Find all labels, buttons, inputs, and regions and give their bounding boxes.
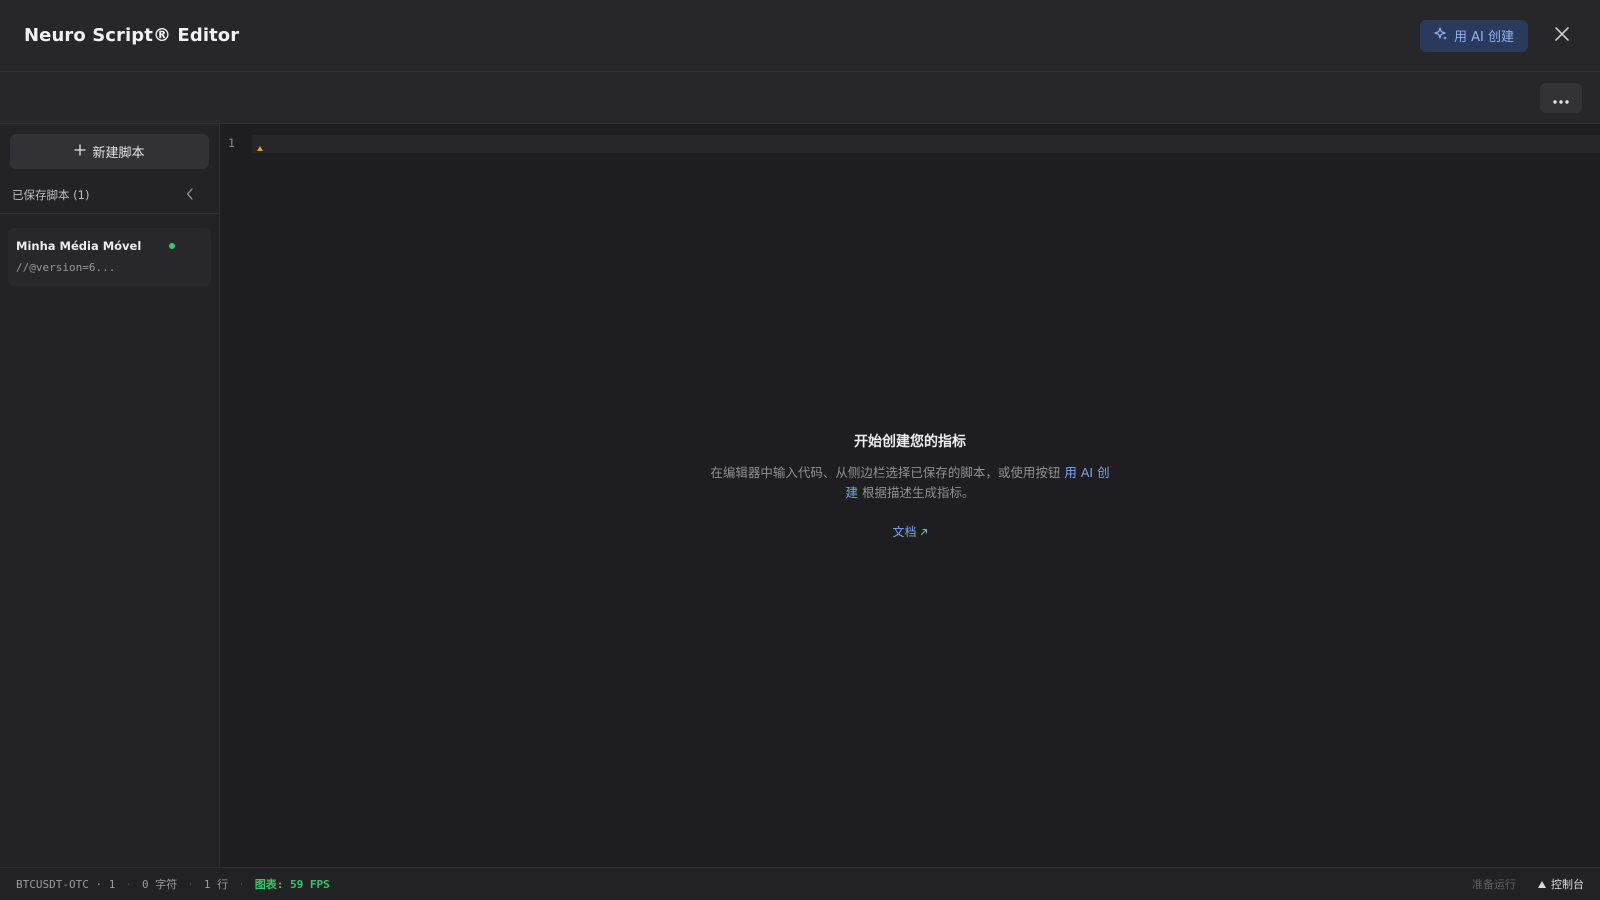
editor-header: Neuro Script® Editor 用 AI 创建 <box>0 0 1600 72</box>
active-line-highlight <box>252 135 1600 153</box>
status-bar: BTCUSDT-OTC · 1 · 0 字符 · 1 行 · 图表: 59 FP… <box>0 867 1600 900</box>
empty-desc-before: 在编辑器中输入代码、从侧边栏选择已保存的脚本，或使用按钮 <box>710 465 1065 480</box>
docs-link[interactable]: 文档 <box>892 523 927 540</box>
ready-status: 准备运行 <box>1472 878 1516 891</box>
script-status-dot <box>169 243 175 249</box>
status-separator: · <box>125 877 132 891</box>
sparkle-icon <box>1434 26 1448 45</box>
char-count: 0 字符 <box>141 878 178 891</box>
empty-state-title: 开始创建您的指标 <box>854 434 966 450</box>
line-count: 1 行 <box>203 878 229 891</box>
chevron-left-icon <box>186 185 194 204</box>
saved-scripts-header: 已保存脚本 (1) <box>0 176 219 214</box>
more-horizontal-icon <box>1553 89 1569 108</box>
editor-toolbar <box>0 72 1600 124</box>
script-list-item[interactable]: Minha Média Móvel //@version=6... <box>8 228 211 286</box>
status-separator: · <box>187 877 194 891</box>
console-label: 控制台 <box>1551 878 1584 891</box>
saved-scripts-label: 已保存脚本 (1) <box>12 187 90 202</box>
status-right: 准备运行 控制台 <box>1472 876 1584 892</box>
create-with-ai-label: 用 AI 创建 <box>1454 30 1514 45</box>
more-options-button[interactable] <box>1540 83 1582 113</box>
triangle-up-icon <box>1538 880 1546 888</box>
create-with-ai-button[interactable]: 用 AI 创建 <box>1420 19 1528 52</box>
close-button[interactable] <box>1548 22 1576 50</box>
line-number: 1 <box>228 136 235 150</box>
collapse-sidebar-button[interactable] <box>181 186 199 204</box>
scripts-sidebar: 新建脚本 已保存脚本 (1) Minha Média Móvel //@vers… <box>0 124 220 867</box>
docs-link-label: 文档 <box>892 525 917 539</box>
console-toggle-button[interactable]: 控制台 <box>1538 876 1584 892</box>
script-name: Minha Média Móvel <box>16 239 142 253</box>
code-editor[interactable]: 1 开始创建您的指标 在编辑器中输入代码、从侧边栏选择已保存的脚本，或使用按钮 … <box>220 124 1600 867</box>
chart-fps: 图表: 59 FPS <box>254 878 330 891</box>
new-script-button[interactable]: 新建脚本 <box>10 134 209 169</box>
warning-marker-icon <box>257 146 263 151</box>
script-preview: //@version=6... <box>16 261 116 274</box>
new-script-label: 新建脚本 <box>92 146 145 161</box>
external-link-icon <box>920 525 928 539</box>
empty-state: 开始创建您的指标 在编辑器中输入代码、从侧边栏选择已保存的脚本，或使用按钮 用 … <box>710 431 1110 540</box>
app-title: Neuro Script® Editor <box>24 25 240 46</box>
plus-icon <box>74 143 87 160</box>
status-left: BTCUSDT-OTC · 1 · 0 字符 · 1 行 · 图表: 59 FP… <box>16 876 330 892</box>
header-actions: 用 AI 创建 <box>1420 19 1576 52</box>
close-icon <box>1554 26 1570 46</box>
empty-desc-after: 根据描述生成指标。 <box>858 485 975 500</box>
empty-state-description: 在编辑器中输入代码、从侧边栏选择已保存的脚本，或使用按钮 用 AI 创建 根据描… <box>710 463 1110 503</box>
symbol-timeframe: BTCUSDT-OTC · 1 <box>16 877 116 891</box>
status-separator: · <box>238 877 245 891</box>
